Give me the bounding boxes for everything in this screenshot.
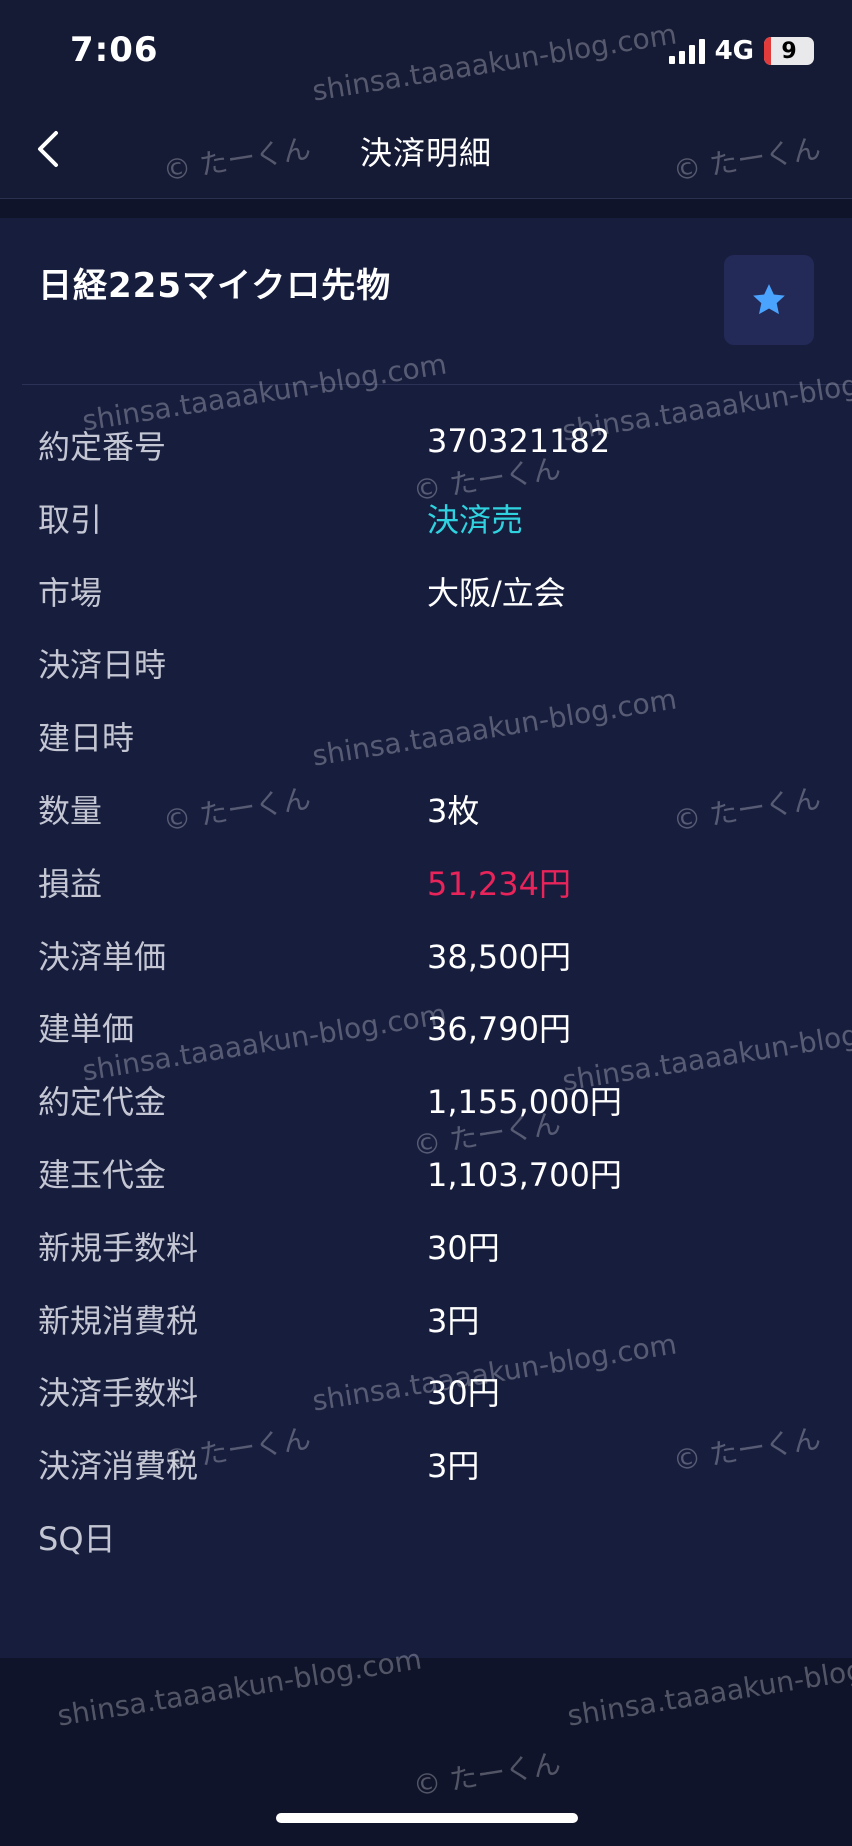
detail-label: 建日時 <box>38 719 135 758</box>
settlement-detail-card: 日経225マイクロ先物 約定番号 370321182 取引 決済売 市場 大阪/… <box>0 218 852 1658</box>
detail-value: 3円 <box>427 1301 480 1340</box>
detail-value: 1,155,000円 <box>427 1083 622 1122</box>
detail-row-open-price: 建単価 36,790円 <box>0 990 852 1063</box>
detail-row-settlement-tax: 決済消費税 3円 <box>0 1427 852 1500</box>
detail-label: 決済単価 <box>38 937 167 976</box>
detail-label: 約定番号 <box>38 428 167 466</box>
navigation-bar: 決済明細 <box>0 100 852 199</box>
detail-row-order-number: 約定番号 370321182 <box>0 408 852 481</box>
detail-list: 約定番号 370321182 取引 決済売 市場 大阪/立会 決済日時 建日時 … <box>0 408 852 1573</box>
battery-level: 9 <box>781 38 797 64</box>
detail-label: 損益 <box>38 864 103 903</box>
detail-row-contract-amount: 約定代金 1,155,000円 <box>0 1063 852 1136</box>
detail-value: 3枚 <box>427 791 480 830</box>
detail-value: 30円 <box>427 1374 500 1413</box>
detail-label: 決済日時 <box>38 646 167 685</box>
detail-value-trade-type: 決済売 <box>427 500 524 539</box>
detail-row-open-datetime: 建日時 <box>0 699 852 772</box>
detail-value: 370321182 <box>427 422 611 460</box>
network-type: 4G <box>714 36 754 66</box>
detail-row-settlement-commission: 決済手数料 30円 <box>0 1354 852 1427</box>
detail-row-new-commission: 新規手数料 30円 <box>0 1209 852 1282</box>
status-indicators: 4G 9 <box>668 36 814 66</box>
detail-label: 建単価 <box>38 1010 135 1049</box>
detail-value-profit-loss: 51,234円 <box>427 864 571 903</box>
detail-label: 決済手数料 <box>38 1374 199 1413</box>
detail-value: 30円 <box>427 1228 500 1267</box>
detail-row-new-tax: 新規消費税 3円 <box>0 1282 852 1355</box>
detail-label: 取引 <box>38 500 103 539</box>
detail-label: 決済消費税 <box>38 1447 199 1486</box>
star-icon <box>753 284 785 315</box>
detail-row-settlement-datetime: 決済日時 <box>0 626 852 699</box>
status-bar: 7:06 4G 9 <box>0 0 852 100</box>
detail-value: 3円 <box>427 1447 480 1486</box>
section-divider <box>0 199 852 218</box>
detail-label: 新規手数料 <box>38 1228 199 1267</box>
detail-row-sq-date: SQ日 <box>0 1500 852 1573</box>
detail-label: 新規消費税 <box>38 1301 199 1340</box>
page-title: 決済明細 <box>359 134 492 172</box>
detail-label: 数量 <box>38 791 103 830</box>
detail-label: 約定代金 <box>38 1083 167 1122</box>
detail-row-position-amount: 建玉代金 1,103,700円 <box>0 1136 852 1209</box>
detail-row-quantity: 数量 3枚 <box>0 772 852 845</box>
detail-label: SQ日 <box>38 1519 116 1558</box>
detail-row-settlement-price: 決済単価 38,500円 <box>0 918 852 991</box>
header-divider <box>22 384 852 385</box>
detail-row-profit-loss: 損益 51,234円 <box>0 845 852 918</box>
detail-value: 36,790円 <box>427 1010 571 1049</box>
detail-label: 市場 <box>38 573 103 612</box>
status-time: 7:06 <box>70 30 159 70</box>
battery-icon: 9 <box>764 37 814 65</box>
detail-value: 1,103,700円 <box>427 1155 622 1194</box>
home-indicator[interactable] <box>276 1813 578 1823</box>
signal-icon <box>668 38 705 64</box>
detail-value: 38,500円 <box>427 937 571 976</box>
detail-row-trade-type: 取引 決済売 <box>0 481 852 554</box>
product-name: 日経225マイクロ先物 <box>38 266 392 306</box>
favorite-button[interactable] <box>724 255 814 345</box>
detail-value: 大阪/立会 <box>427 573 566 612</box>
detail-row-market: 市場 大阪/立会 <box>0 554 852 627</box>
detail-label: 建玉代金 <box>38 1155 167 1194</box>
